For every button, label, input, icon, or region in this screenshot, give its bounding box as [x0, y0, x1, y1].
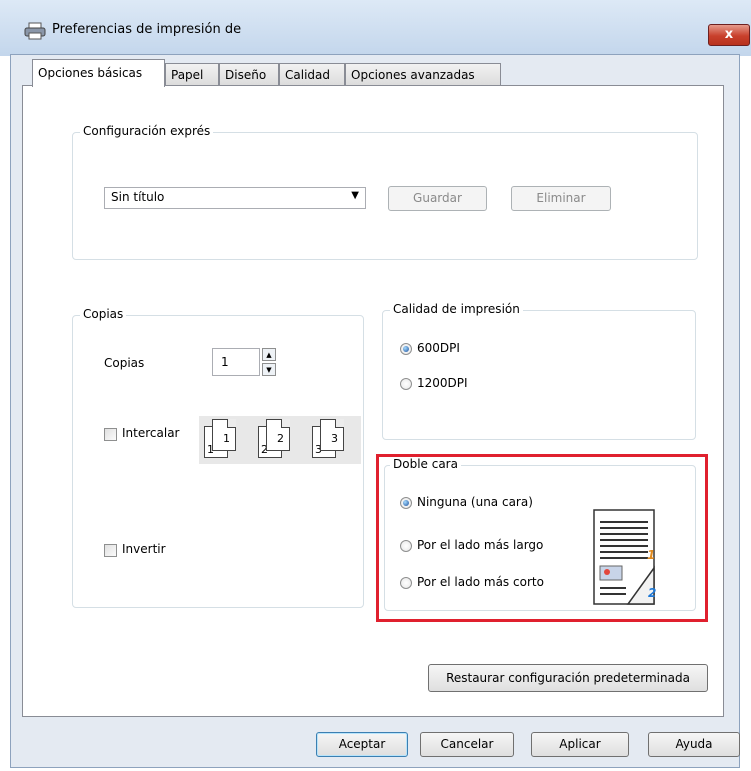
radio-duplex-short-edge[interactable] [400, 577, 412, 589]
cancel-button[interactable]: Cancelar [420, 732, 514, 757]
delete-button[interactable]: Eliminar [511, 186, 611, 211]
chevron-down-icon: ▼ [351, 190, 359, 201]
radio-duplex-none[interactable] [400, 497, 412, 509]
copies-spinner[interactable]: ▲ ▼ [262, 348, 276, 376]
page-icon: 1 [212, 419, 236, 451]
radio-duplex-short-edge-label: Por el lado más corto [417, 575, 544, 589]
express-config-select[interactable]: Sin título ▼ [104, 187, 366, 209]
radio-duplex-none-label: Ninguna (una cara) [417, 495, 533, 509]
duplex-page-number-1: 1 [647, 548, 656, 562]
radio-duplex-long-edge-label: Por el lado más largo [417, 538, 544, 552]
page-icon: 2 [266, 419, 290, 451]
collate-preview: 1 1 2 2 3 3 [199, 416, 361, 464]
radio-duplex-long-edge[interactable] [400, 540, 412, 552]
tab-opciones-basicas[interactable]: Opciones básicas [32, 59, 165, 87]
printer-icon [24, 22, 46, 40]
copies-label: Copias [104, 356, 145, 370]
apply-button[interactable]: Aplicar [531, 732, 629, 757]
spinner-up-icon[interactable]: ▲ [262, 348, 276, 361]
reverse-checkbox[interactable] [104, 544, 117, 557]
radio-600dpi[interactable] [400, 343, 412, 355]
window-title: Preferencias de impresión de [52, 22, 242, 37]
save-button[interactable]: Guardar [388, 186, 487, 211]
duplex-preview-icon: 1 2 [592, 508, 662, 606]
tab-diseno[interactable]: Diseño [219, 63, 279, 85]
ok-button[interactable]: Aceptar [316, 732, 408, 757]
express-config-legend: Configuración exprés [80, 124, 214, 138]
tab-opciones-avanzadas[interactable]: Opciones avanzadas [345, 63, 501, 85]
print-quality-group [382, 310, 696, 440]
collate-checkbox[interactable] [104, 428, 117, 441]
collate-label: Intercalar [122, 426, 180, 440]
copies-value: 1 [221, 355, 229, 369]
restore-defaults-button[interactable]: Restaurar configuración predeterminada [428, 664, 708, 692]
help-button[interactable]: Ayuda [648, 732, 740, 757]
copies-input[interactable]: 1 [212, 348, 260, 376]
radio-1200dpi-label: 1200DPI [417, 376, 468, 390]
tab-papel[interactable]: Papel [165, 63, 219, 85]
duplex-page-number-2: 2 [648, 586, 657, 600]
reverse-label: Invertir [122, 542, 166, 556]
radio-1200dpi[interactable] [400, 378, 412, 390]
print-quality-legend: Calidad de impresión [390, 302, 523, 316]
duplex-legend: Doble cara [390, 457, 461, 471]
tab-calidad[interactable]: Calidad [279, 63, 345, 85]
radio-600dpi-label: 600DPI [417, 341, 460, 355]
close-button[interactable]: x [708, 24, 750, 46]
express-config-value: Sin título [111, 190, 165, 204]
spinner-down-icon[interactable]: ▼ [262, 363, 276, 376]
page-icon: 3 [320, 419, 344, 451]
copies-legend: Copias [80, 307, 127, 321]
